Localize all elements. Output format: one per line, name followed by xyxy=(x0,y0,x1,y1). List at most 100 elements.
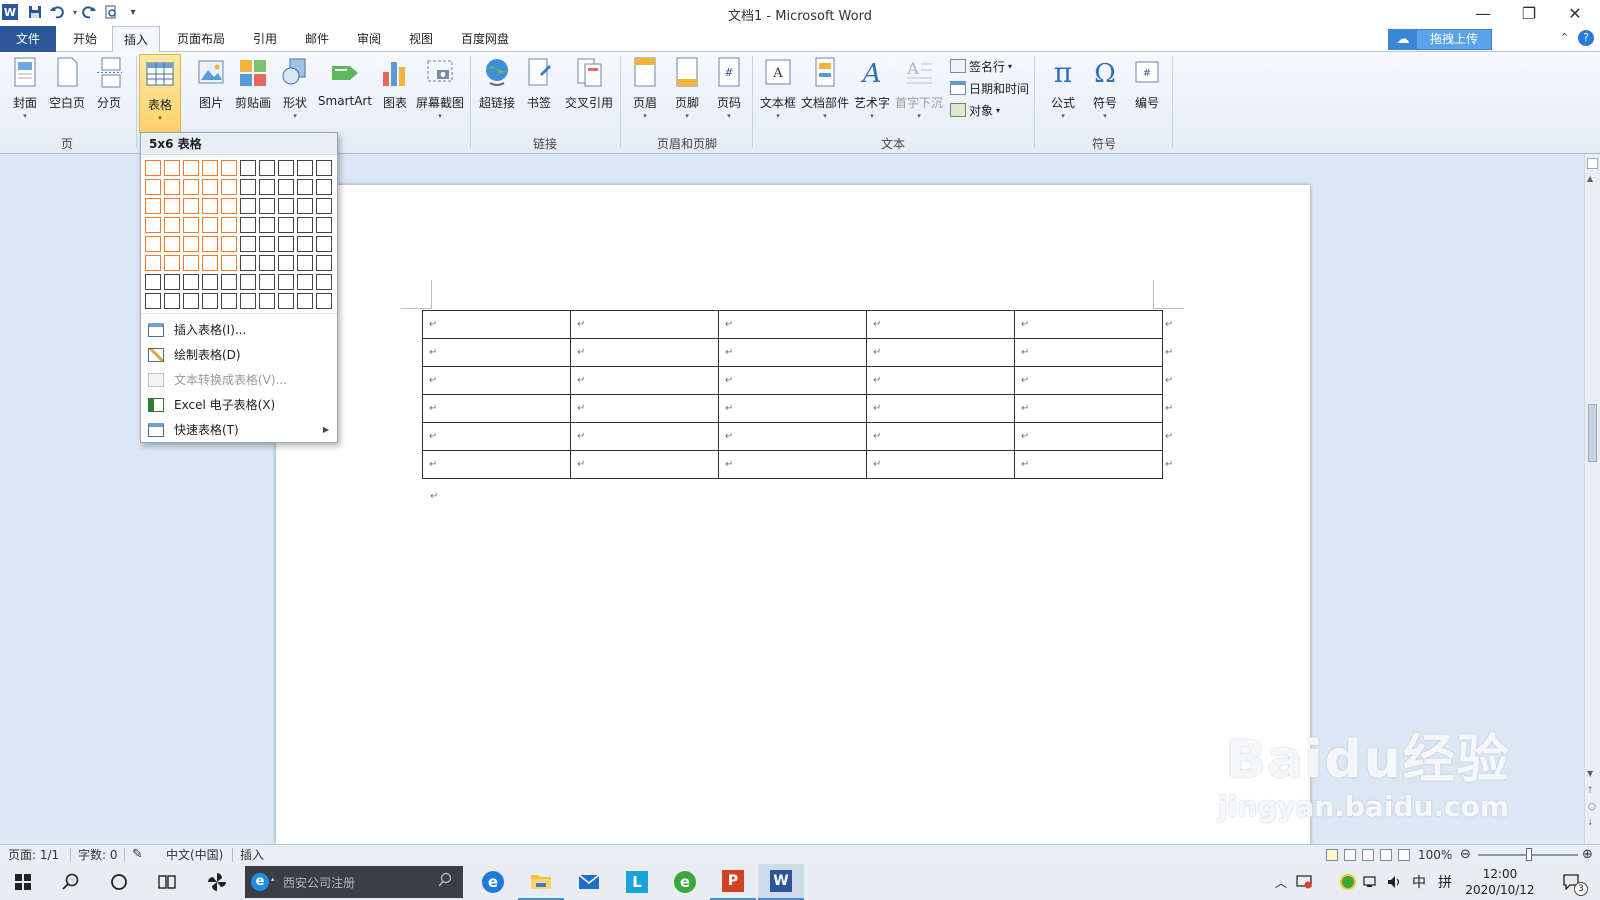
grid-cell[interactable] xyxy=(145,217,161,233)
restore-button[interactable]: ❐ xyxy=(1506,0,1552,26)
grid-cell[interactable] xyxy=(164,293,180,309)
undo-icon[interactable] xyxy=(48,3,66,21)
web-layout-view-icon[interactable] xyxy=(1362,849,1374,861)
ruler-toggle-icon[interactable] xyxy=(1587,158,1598,169)
grid-cell[interactable] xyxy=(183,274,199,290)
grid-cell[interactable] xyxy=(278,217,294,233)
wordart-button[interactable]: A 艺术字 ▾ xyxy=(850,56,894,134)
tray-security-icon[interactable] xyxy=(1338,864,1358,900)
grid-cell[interactable] xyxy=(164,179,180,195)
green-browser-icon[interactable]: e xyxy=(662,864,708,900)
text-box-button[interactable]: A 文本框 ▾ xyxy=(756,56,800,134)
pinwheel-app-icon[interactable] xyxy=(194,864,240,900)
table-cell[interactable]: ↵ xyxy=(1014,366,1163,395)
grid-cell[interactable] xyxy=(316,198,332,214)
grid-cell[interactable] xyxy=(221,255,237,271)
page-count[interactable]: 页面: 1/1 xyxy=(8,845,59,865)
task-view-icon[interactable] xyxy=(144,864,190,900)
smartart-button[interactable]: SmartArt xyxy=(316,56,374,134)
grid-cell[interactable] xyxy=(164,274,180,290)
tab-insert[interactable]: 插入 xyxy=(112,26,160,53)
powerpoint-icon[interactable]: P xyxy=(710,864,756,900)
grid-cell[interactable] xyxy=(202,236,218,252)
grid-cell[interactable] xyxy=(221,236,237,252)
chart-button[interactable]: 图表 xyxy=(374,56,416,134)
insert-mode[interactable]: 插入 xyxy=(240,845,264,865)
grid-cell[interactable] xyxy=(259,179,275,195)
grid-cell[interactable] xyxy=(145,198,161,214)
cross-reference-button[interactable]: 交叉引用 xyxy=(560,56,618,134)
grid-cell[interactable] xyxy=(202,293,218,309)
grid-cell[interactable] xyxy=(240,217,256,233)
drop-cap-button[interactable]: A 首字下沉 ▾ xyxy=(894,56,944,134)
grid-cell[interactable] xyxy=(164,236,180,252)
page-break-button[interactable]: 分页 xyxy=(88,56,130,134)
grid-cell[interactable] xyxy=(202,274,218,290)
grid-cell[interactable] xyxy=(221,274,237,290)
date-time-button[interactable]: 日期和时间 xyxy=(950,78,1029,98)
minimize-button[interactable]: — xyxy=(1460,0,1506,26)
clip-art-button[interactable]: 剪贴画 xyxy=(232,56,274,134)
document-page[interactable]: ↵ ↵ ↵ ↵ ↵ ↵ ↵ ↵ ↵ ↵ ↵ ↵ ↵ ↵ ↵ ↵ ↵ ↵ ↵ ↵ ↵ ↵ ↵ ↵ ↵ ↵ ↵ ↵ ↵ ↵ ↵ ↵ ↵ ↵ ↵ ↵ ↵ xyxy=(276,185,1310,845)
grid-cell[interactable] xyxy=(164,217,180,233)
grid-cell[interactable] xyxy=(316,160,332,176)
grid-cell[interactable] xyxy=(259,217,275,233)
grid-cell[interactable] xyxy=(259,293,275,309)
table-row[interactable]: ↵ ↵ ↵ ↵ ↵ ↵ xyxy=(422,422,1177,451)
table-cell[interactable]: ↵ xyxy=(422,450,571,479)
grid-cell[interactable] xyxy=(278,236,294,252)
grid-cell[interactable] xyxy=(297,160,313,176)
grid-cell[interactable] xyxy=(278,255,294,271)
tab-review[interactable]: 审阅 xyxy=(346,26,392,52)
mail-icon[interactable] xyxy=(566,864,612,900)
grid-cell[interactable] xyxy=(183,217,199,233)
grid-cell[interactable] xyxy=(278,274,294,290)
grid-cell[interactable] xyxy=(316,236,332,252)
table-cell[interactable]: ↵ xyxy=(1014,450,1163,479)
menu-draw-table[interactable]: 绘制表格(D) xyxy=(141,342,337,367)
word-count[interactable]: 字数: 0 xyxy=(78,845,118,865)
grid-cell[interactable] xyxy=(316,179,332,195)
table-row[interactable]: ↵ ↵ ↵ ↵ ↵ ↵ xyxy=(422,338,1177,367)
cortana-icon[interactable] xyxy=(96,864,142,900)
table-cell[interactable]: ↵ xyxy=(570,310,719,339)
language-indicator[interactable]: 中文(中国) xyxy=(166,845,223,865)
grid-cell[interactable] xyxy=(240,160,256,176)
bookmark-button[interactable]: 书签 xyxy=(518,56,560,134)
table-cell[interactable]: ↵ xyxy=(422,310,571,339)
grid-cell[interactable] xyxy=(278,160,294,176)
word-app-icon[interactable]: W xyxy=(2,4,18,20)
signature-line-button[interactable]: 签名行 ▾ xyxy=(950,56,1012,76)
grid-cell[interactable] xyxy=(316,293,332,309)
grid-cell[interactable] xyxy=(221,217,237,233)
scroll-down-icon[interactable]: ▼ xyxy=(1587,769,1593,778)
tray-network-status-icon[interactable] xyxy=(1294,864,1314,900)
menu-excel-spreadsheet[interactable]: Excel 电子表格(X) xyxy=(141,392,337,417)
draft-view-icon[interactable] xyxy=(1398,849,1410,861)
symbol-button[interactable]: Ω 符号 ▾ xyxy=(1084,56,1126,134)
grid-cell[interactable] xyxy=(316,217,332,233)
print-preview-icon[interactable] xyxy=(102,3,120,21)
footer-button[interactable]: 页脚 ▾ xyxy=(666,56,708,134)
table-cell[interactable]: ↵ xyxy=(1014,338,1163,367)
taskbar-search-box[interactable]: e ▴ 西安公司注册 xyxy=(245,866,463,898)
vertical-scrollbar[interactable]: ▲ ▼ ⭡ ○ ⭣ xyxy=(1584,154,1600,844)
hyperlink-button[interactable]: 超链接 xyxy=(476,56,518,134)
grid-cell[interactable] xyxy=(164,198,180,214)
table-cell[interactable]: ↵ xyxy=(570,338,719,367)
table-cell[interactable]: ↵ xyxy=(718,338,867,367)
next-page-icon[interactable]: ⭣ xyxy=(1588,818,1592,828)
tab-baidu-netdisk[interactable]: 百度网盘 xyxy=(450,26,520,52)
ime-language-indicator[interactable]: 中 xyxy=(1408,864,1430,900)
proofing-icon[interactable]: ✎ xyxy=(132,845,143,865)
grid-cell[interactable] xyxy=(202,179,218,195)
grid-cell[interactable] xyxy=(202,198,218,214)
ime-mode-indicator[interactable]: 拼 xyxy=(1434,864,1456,900)
table-cell[interactable]: ↵ xyxy=(570,422,719,451)
tab-references[interactable]: 引用 xyxy=(242,26,288,52)
shapes-button[interactable]: 形状 ▾ xyxy=(274,56,316,134)
grid-cell[interactable] xyxy=(316,255,332,271)
table-cell[interactable]: ↵ xyxy=(422,366,571,395)
tray-wifi-icon[interactable] xyxy=(1360,864,1382,900)
grid-cell[interactable] xyxy=(202,255,218,271)
